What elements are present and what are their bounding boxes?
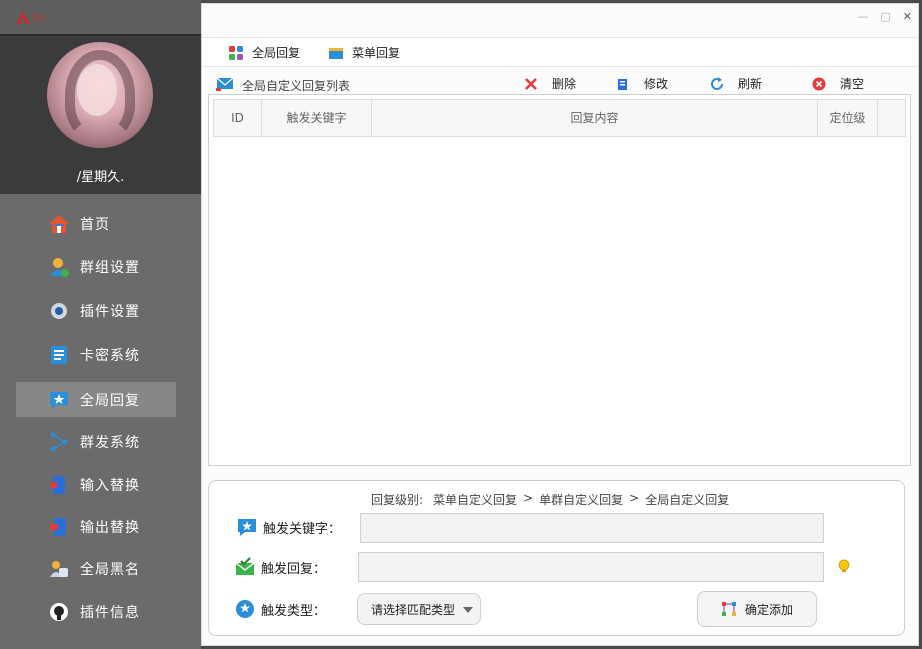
edit-button[interactable]: 修改	[616, 75, 668, 92]
chevron-down-icon	[463, 607, 473, 613]
toolbar: 全局回复 菜单回复	[202, 37, 918, 67]
envelope-check-icon	[235, 557, 255, 575]
card-icon	[48, 344, 70, 366]
match-type-value: 请选择匹配类型	[371, 602, 456, 617]
col-level[interactable]: 定位级	[818, 100, 878, 136]
sidebar-item-label: 输出替换	[80, 519, 140, 536]
logo-text: 花开	[32, 14, 46, 22]
sidebar-item-group-settings[interactable]: 群组设置	[16, 249, 176, 284]
menu-reply-tab[interactable]: 菜单回复	[328, 44, 400, 61]
global-reply-tab[interactable]: 全局回复	[228, 44, 300, 61]
group-icon	[48, 256, 70, 278]
sidebar-item-label: 群发系统	[80, 434, 140, 451]
sidebar-item-global-reply[interactable]: 全局回复	[16, 382, 176, 417]
gear-icon	[48, 300, 70, 322]
table-body[interactable]	[213, 137, 906, 462]
clear-icon	[812, 77, 826, 90]
nodes-icon	[721, 602, 736, 616]
sidebar-item-home[interactable]: 首页	[16, 206, 176, 241]
refresh-button[interactable]: 刷新	[710, 75, 762, 92]
col-keyword[interactable]: 触发关键字	[262, 100, 372, 136]
github-icon	[48, 601, 70, 623]
level-menu: 菜单自定义回复	[433, 493, 518, 507]
sidebar-item-label: 输入替换	[80, 477, 140, 494]
refresh-label: 刷新	[738, 77, 763, 91]
col-content[interactable]: 回复内容	[372, 100, 818, 136]
list-header: 全局自定义回复列表 删除 修改 刷新 清空	[208, 70, 908, 94]
logo-icon	[16, 11, 30, 24]
level-group: 单群自定义回复	[539, 493, 624, 507]
broadcast-icon	[48, 431, 70, 453]
col-id[interactable]: ID	[214, 100, 262, 136]
star-chat-icon	[236, 600, 254, 618]
sidebar-item-plugin-info[interactable]: 插件信息	[16, 594, 176, 629]
output-icon	[48, 516, 70, 538]
sidebar-header: 花开	[0, 0, 201, 34]
sidebar-item-label: 全局回复	[80, 392, 140, 409]
match-type-select[interactable]: 请选择匹配类型	[357, 593, 481, 625]
star-chat-icon	[48, 389, 70, 411]
edit-label: 修改	[644, 77, 669, 91]
add-reply-form: 回复级别: 菜单自定义回复 > 单群自定义回复 > 全局自定义回复 触发关键字：…	[208, 480, 905, 636]
blacklist-icon	[48, 558, 70, 580]
star-chat-icon	[238, 519, 256, 536]
table-header: ID 触发关键字 回复内容 定位级	[213, 99, 906, 137]
maximize-button[interactable]: ▢	[880, 10, 890, 23]
col-extra	[878, 100, 905, 136]
clear-label: 清空	[840, 77, 865, 91]
menu-reply-label: 菜单回复	[352, 46, 401, 60]
reply-table: ID 触发关键字 回复内容 定位级	[208, 94, 911, 466]
level-label: 回复级别:	[371, 493, 424, 507]
minimize-button[interactable]: —	[857, 10, 868, 23]
sidebar-item-card-system[interactable]: 卡密系统	[16, 337, 176, 372]
level-sep: >	[523, 491, 534, 505]
sidebar-item-label: 插件信息	[80, 604, 140, 621]
level-sep: >	[629, 491, 640, 505]
sidebar-item-plugin-settings[interactable]: 插件设置	[16, 293, 176, 328]
sidebar-item-label: 全局黑名	[80, 561, 140, 578]
list-title: 全局自定义回复列表	[242, 79, 351, 93]
delete-label: 删除	[552, 77, 577, 91]
close-button[interactable]: ✕	[903, 10, 912, 23]
sidebar-item-label: 卡密系统	[80, 347, 140, 364]
grid-icon	[229, 45, 243, 60]
sidebar-item-blacklist[interactable]: 全局黑名	[16, 551, 176, 586]
input-icon	[48, 474, 70, 496]
lightbulb-icon[interactable]	[837, 559, 851, 573]
username: /星期久.	[76, 170, 125, 185]
delete-button[interactable]: 删除	[524, 75, 576, 92]
confirm-add-label: 确定添加	[744, 602, 793, 617]
level-global: 全局自定义回复	[645, 493, 730, 507]
sidebar-item-label: 首页	[80, 216, 110, 233]
edit-icon	[618, 78, 627, 90]
home-icon	[48, 213, 70, 235]
reply-level-breadcrumb: 回复级别: 菜单自定义回复 > 单群自定义回复 > 全局自定义回复	[371, 491, 729, 508]
keyword-input[interactable]	[360, 513, 824, 543]
clear-button[interactable]: 清空	[812, 75, 864, 92]
sidebar-item-input-replace[interactable]: 输入替换	[16, 467, 176, 502]
sidebar-item-label: 群组设置	[80, 259, 140, 276]
mail-icon	[216, 77, 234, 91]
profile-panel: /星期久.	[0, 34, 201, 194]
keyword-label: 触发关键字：	[237, 517, 341, 537]
refresh-icon	[711, 76, 723, 90]
avatar[interactable]	[47, 42, 153, 148]
sidebar: 花开 /星期久. 首页 群组设置 插件设置 卡密系统 全局回复 群发系统 输入替…	[0, 0, 201, 649]
reply-input[interactable]	[358, 552, 824, 582]
global-reply-label: 全局回复	[252, 46, 301, 60]
sidebar-item-label: 插件设置	[80, 303, 140, 320]
window-controls: — ▢ ✕	[857, 10, 912, 23]
main-window: — ▢ ✕ 全局回复 菜单回复 全局自定义回复列表 删除 修改 刷新 清空 ID…	[201, 3, 919, 646]
delete-icon	[525, 77, 537, 90]
type-label: 触发类型：	[235, 599, 326, 619]
sidebar-item-broadcast[interactable]: 群发系统	[16, 424, 176, 459]
sidebar-item-output-replace[interactable]: 输出替换	[16, 509, 176, 544]
menu-icon	[329, 47, 343, 59]
reply-label: 触发回复：	[235, 557, 326, 577]
confirm-add-button[interactable]: 确定添加	[697, 591, 817, 627]
